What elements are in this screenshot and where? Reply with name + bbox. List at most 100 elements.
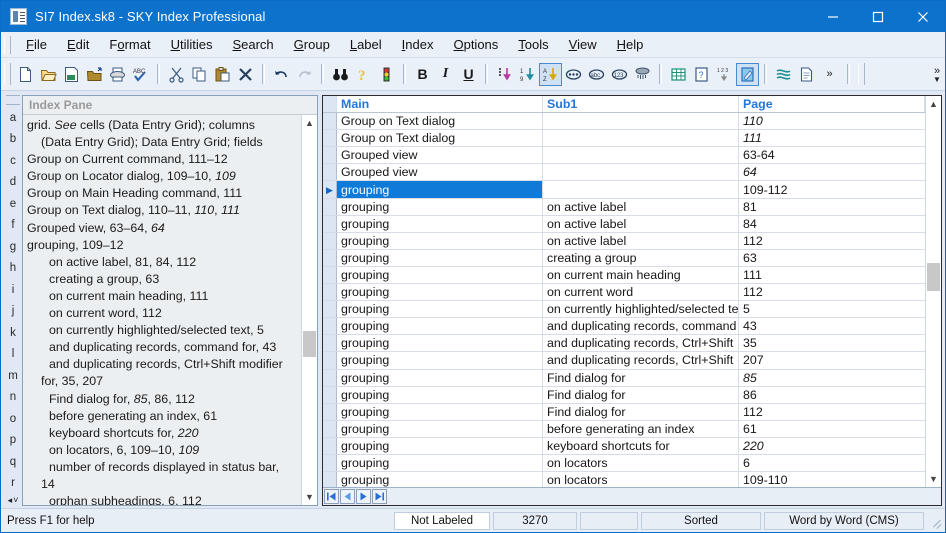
index-entry[interactable]: number of records displayed in status ba… <box>27 459 301 476</box>
row-marker[interactable] <box>323 318 337 335</box>
bold-icon[interactable]: B <box>411 63 434 86</box>
index-entry[interactable]: on current main heading, 111 <box>27 288 301 305</box>
grid-cell-page[interactable]: 63-64 <box>739 147 925 163</box>
alpha-letter-q[interactable]: q <box>4 451 22 473</box>
italic-icon[interactable]: I <box>434 63 457 86</box>
grid-cell-main[interactable]: grouping <box>337 198 543 215</box>
row-marker[interactable] <box>323 130 337 147</box>
grid-cell-main[interactable]: Grouped view <box>337 147 543 164</box>
grid-cell-page[interactable]: 61 <box>739 421 925 437</box>
index-entry[interactable]: before generating an index, 61 <box>27 408 301 425</box>
alpha-letter-r[interactable]: r <box>4 473 22 495</box>
menu-format[interactable]: Format <box>99 35 160 55</box>
menu-label[interactable]: Label <box>340 35 392 55</box>
row-marker[interactable] <box>323 472 337 487</box>
grid-cell-sub1[interactable]: and duplicating records, Ctrl+Shift <box>543 352 739 369</box>
index-entry[interactable]: (Data Entry Grid); Data Entry Grid; fiel… <box>27 134 301 151</box>
alpha-letter-e[interactable]: e <box>4 193 22 215</box>
grid-cell-sub1[interactable]: on active label <box>543 198 739 215</box>
grid-cell-sub1[interactable]: and duplicating records, Ctrl+Shift <box>543 335 739 352</box>
alpha-letter-i[interactable]: i <box>4 279 22 301</box>
index-entry[interactable]: for, 35, 207 <box>27 373 301 390</box>
grid-scroll-track[interactable] <box>926 112 941 471</box>
toolbar-drag-grip[interactable] <box>4 63 11 85</box>
maximize-icon[interactable] <box>855 1 900 32</box>
grid-column-header-main[interactable]: Main <box>337 96 543 113</box>
alpha-letter-j[interactable]: j <box>4 301 22 323</box>
grid-cell-page[interactable]: 81 <box>739 199 925 215</box>
alpha-letter-b[interactable]: b <box>4 129 22 151</box>
alphabet-rail-top-grip[interactable] <box>6 95 20 105</box>
alpha-letter-p[interactable]: p <box>4 430 22 452</box>
last-record-icon[interactable] <box>372 489 387 504</box>
index-entry[interactable]: on current word, 112 <box>27 305 301 322</box>
index-entry[interactable]: Group on Current command, 111–12 <box>27 151 301 168</box>
index-entry[interactable]: grouping, 109–12 <box>27 237 301 254</box>
grid-cell-main[interactable]: grouping <box>337 335 543 352</box>
grid-cell-page[interactable]: 112 <box>739 404 925 420</box>
alpha-letter-h[interactable]: h <box>4 258 22 280</box>
copy-icon[interactable] <box>188 63 211 86</box>
grid-column-header-sub1[interactable]: Sub1 <box>543 96 739 113</box>
grid-cell-main[interactable]: grouping <box>337 301 543 318</box>
cut-icon[interactable] <box>165 63 188 86</box>
grid-cell-page[interactable]: 112 <box>739 233 925 249</box>
grid-cell-page[interactable]: 85 <box>739 370 925 386</box>
grid-cell-main[interactable]: grouping <box>337 181 543 198</box>
grid-cell-main[interactable]: grouping <box>337 472 543 487</box>
alpha-letter-c[interactable]: c <box>4 150 22 172</box>
grid-row[interactable]: grouping Find dialog for 112 <box>323 403 925 421</box>
menu-options[interactable]: Options <box>443 35 508 55</box>
print-icon[interactable] <box>106 63 129 86</box>
menu-help[interactable]: Help <box>607 35 654 55</box>
previous-record-icon[interactable] <box>340 489 355 504</box>
sort-alpha-icon[interactable]: AZ <box>539 62 562 86</box>
filter-icon[interactable] <box>631 63 654 86</box>
view-abc-icon[interactable]: abc <box>585 63 608 86</box>
grid-row[interactable]: Group on Text dialog 110 <box>323 113 925 131</box>
sequence-icon[interactable]: 1 2 3 <box>713 63 736 86</box>
menu-search[interactable]: Search <box>222 35 283 55</box>
grid-cell-page[interactable]: 63 <box>739 250 925 266</box>
grid-row[interactable]: grouping on current word 112 <box>323 284 925 302</box>
row-marker[interactable] <box>323 147 337 164</box>
grid-row[interactable]: grouping and duplicating records, Ctrl+Sh… <box>323 352 925 370</box>
sort-descending-icon[interactable] <box>493 63 516 86</box>
grid-cell-sub1[interactable] <box>543 181 739 198</box>
toolbar-drag-grip-2[interactable] <box>858 63 865 85</box>
alpha-letter-a[interactable]: a <box>4 107 22 129</box>
row-marker[interactable] <box>323 215 337 232</box>
grid-cell-main[interactable]: grouping <box>337 403 543 420</box>
grid-row[interactable]: grouping and duplicating records, command… <box>323 318 925 336</box>
underline-icon[interactable]: U <box>457 63 480 86</box>
alpha-letter-o[interactable]: o <box>4 408 22 430</box>
index-entry[interactable]: and duplicating records, command for, 43 <box>27 339 301 356</box>
grid-row[interactable]: grouping on active label 84 <box>323 215 925 233</box>
index-entry[interactable]: on locators, 6, 109–10, 109 <box>27 442 301 459</box>
row-marker[interactable] <box>323 352 337 369</box>
grid-cell-main[interactable]: grouping <box>337 232 543 249</box>
menu-drag-grip[interactable] <box>4 35 11 54</box>
grid-cell-sub1[interactable]: on current main heading <box>543 266 739 284</box>
index-entry[interactable]: Grouped view, 63–64, 64 <box>27 220 301 237</box>
grid-cell-sub1[interactable]: creating a group <box>543 249 739 266</box>
index-entry[interactable]: grid. See cells (Data Entry Grid); colum… <box>27 117 301 134</box>
grid-cell-sub1[interactable] <box>543 164 739 181</box>
grid-cell-sub1[interactable]: and duplicating records, command <box>543 318 739 335</box>
paste-icon[interactable] <box>211 63 234 86</box>
row-marker[interactable] <box>323 420 337 437</box>
grid-cell-sub1[interactable]: Find dialog for <box>543 386 739 403</box>
page-query-icon[interactable]: ? <box>690 63 713 86</box>
row-marker[interactable] <box>323 198 337 215</box>
next-record-icon[interactable] <box>356 489 371 504</box>
index-entry[interactable]: and duplicating records, Ctrl+Shift modi… <box>27 356 301 373</box>
grid-cell-main[interactable]: Group on Text dialog <box>337 130 543 147</box>
alpha-letter-k[interactable]: k <box>4 322 22 344</box>
grid-cell-main[interactable]: grouping <box>337 437 543 454</box>
menu-utilities[interactable]: Utilities <box>161 35 223 55</box>
close-icon[interactable] <box>900 1 945 32</box>
grid-cell-sub1[interactable] <box>543 147 739 164</box>
close-folder-icon[interactable] <box>83 63 106 86</box>
grid-cell-main[interactable]: grouping <box>337 369 543 386</box>
find-binoculars-icon[interactable] <box>329 63 352 86</box>
